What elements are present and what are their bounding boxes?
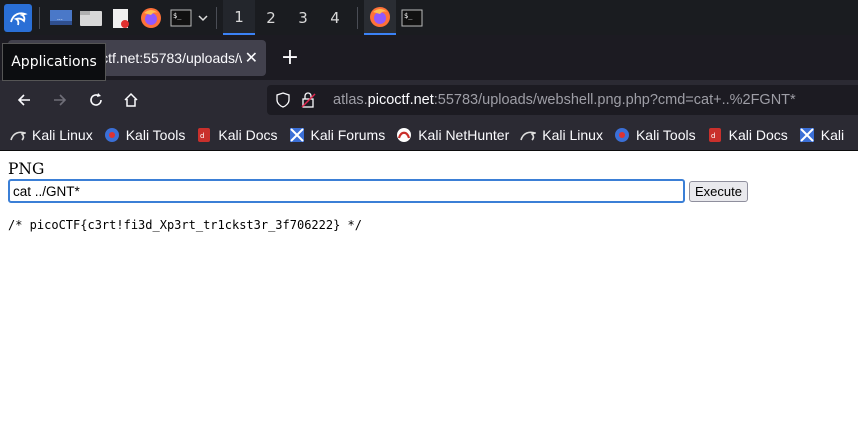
bookmarks-toolbar: Kali Linux Kali Tools d Kali Docs Kali F… xyxy=(0,120,858,151)
forward-arrow-icon xyxy=(54,94,67,106)
workspace-2[interactable]: 2 xyxy=(255,0,287,35)
bookmark-label: Kali Tools xyxy=(635,127,696,143)
reload-button[interactable] xyxy=(84,88,108,112)
top-panel: ... $_ 1 2 3 4 $_ xyxy=(0,0,858,35)
bookmark-kali-forums[interactable]: Kali xyxy=(799,127,844,143)
url-path: :55783/uploads/webshell.png.php?cmd=cat+… xyxy=(433,92,796,108)
back-button[interactable] xyxy=(12,88,36,112)
tab-strip: atlas.picoctf.net:55783/uploads/webshell… xyxy=(0,35,858,80)
page-content: PNG Execute /* picoCTF{c3rt!fi3d_Xp3rt_t… xyxy=(0,152,858,437)
svg-text:$_: $_ xyxy=(173,12,182,20)
applications-menu-button[interactable] xyxy=(3,3,33,33)
command-output: /* picoCTF{c3rt!fi3d_Xp3rt_tr1ckst3r_3f7… xyxy=(8,218,363,232)
insecure-lock-icon[interactable] xyxy=(301,92,323,108)
url-prefix: atlas. xyxy=(333,92,368,108)
bookmark-kali-tools[interactable]: Kali Tools xyxy=(104,127,186,143)
bookmark-kali-nethunter[interactable]: Kali NetHunter xyxy=(396,127,509,143)
svg-text:$_: $_ xyxy=(404,12,413,20)
home-button[interactable] xyxy=(119,88,143,112)
bookmark-kali-docs[interactable]: d Kali Docs xyxy=(707,127,788,143)
kali-docs-icon: d xyxy=(196,127,212,143)
bookmark-label: Kali NetHunter xyxy=(418,127,510,143)
url-text[interactable]: atlas.picoctf.net:55783/uploads/webshell… xyxy=(333,92,796,108)
kali-dragon-icon xyxy=(520,127,537,143)
svg-text:d: d xyxy=(711,132,715,140)
kali-forums-icon xyxy=(289,127,305,143)
bookmark-kali-forums[interactable]: Kali Forums xyxy=(289,127,386,143)
forward-button[interactable] xyxy=(48,88,72,112)
bookmark-label: Kali Linux xyxy=(32,127,93,143)
bookmark-label: Kali Linux xyxy=(542,127,603,143)
workspace-3[interactable]: 3 xyxy=(287,0,319,35)
show-desktop-icon[interactable]: ... xyxy=(46,3,76,33)
applications-tooltip: Applications xyxy=(2,43,106,81)
shield-icon[interactable] xyxy=(275,92,291,108)
bookmark-label: Kali xyxy=(820,127,845,143)
kali-nethunter-icon xyxy=(396,127,412,143)
panel-separator xyxy=(357,6,358,29)
bookmark-kali-docs[interactable]: d Kali Docs xyxy=(196,127,278,143)
firefox-task-button[interactable] xyxy=(364,0,396,35)
workspace-4[interactable]: 4 xyxy=(319,0,351,35)
close-tab-icon[interactable]: ✕ xyxy=(245,48,258,67)
chevron-down-icon[interactable] xyxy=(196,3,210,33)
svg-text:...: ... xyxy=(57,15,63,22)
panel-separator xyxy=(216,6,217,29)
svg-text:d: d xyxy=(200,132,204,140)
bookmark-kali-linux[interactable]: Kali Linux xyxy=(520,127,603,143)
navigation-toolbar: atlas.picoctf.net:55783/uploads/webshell… xyxy=(0,80,858,120)
firefox-launcher-icon[interactable] xyxy=(136,3,166,33)
home-icon xyxy=(124,92,138,107)
new-tab-button[interactable]: + xyxy=(278,44,302,70)
bookmark-label: Kali Docs xyxy=(218,127,278,143)
bookmark-label: Kali Forums xyxy=(310,127,386,143)
back-arrow-icon xyxy=(17,94,30,106)
kali-tools-icon xyxy=(104,127,120,143)
kali-forums-icon xyxy=(799,127,815,143)
page-heading: PNG xyxy=(8,160,45,178)
url-host: picoctf.net xyxy=(367,92,434,108)
url-bar[interactable]: atlas.picoctf.net:55783/uploads/webshell… xyxy=(267,85,858,115)
terminal-task-button[interactable]: $_ xyxy=(396,0,428,35)
bookmark-kali-linux[interactable]: Kali Linux xyxy=(10,127,93,143)
workspace-1[interactable]: 1 xyxy=(223,0,255,35)
kali-tools-icon xyxy=(614,127,630,143)
bookmark-kali-tools[interactable]: Kali Tools xyxy=(614,127,696,143)
bookmark-label: Kali Docs xyxy=(728,127,788,143)
text-editor-icon[interactable] xyxy=(106,3,136,33)
terminal-launcher-icon[interactable]: $_ xyxy=(166,3,196,33)
command-input[interactable] xyxy=(8,179,685,203)
kali-logo-icon xyxy=(4,3,32,32)
execute-button[interactable]: Execute xyxy=(689,181,748,202)
panel-separator xyxy=(39,6,40,29)
kali-docs-icon: d xyxy=(707,127,723,143)
bookmark-label: Kali Tools xyxy=(125,127,186,143)
reload-icon xyxy=(90,93,102,106)
file-manager-icon[interactable] xyxy=(76,3,106,33)
terminal-icon: $_ xyxy=(401,9,423,26)
kali-dragon-icon xyxy=(10,127,26,143)
firefox-icon xyxy=(370,6,390,27)
